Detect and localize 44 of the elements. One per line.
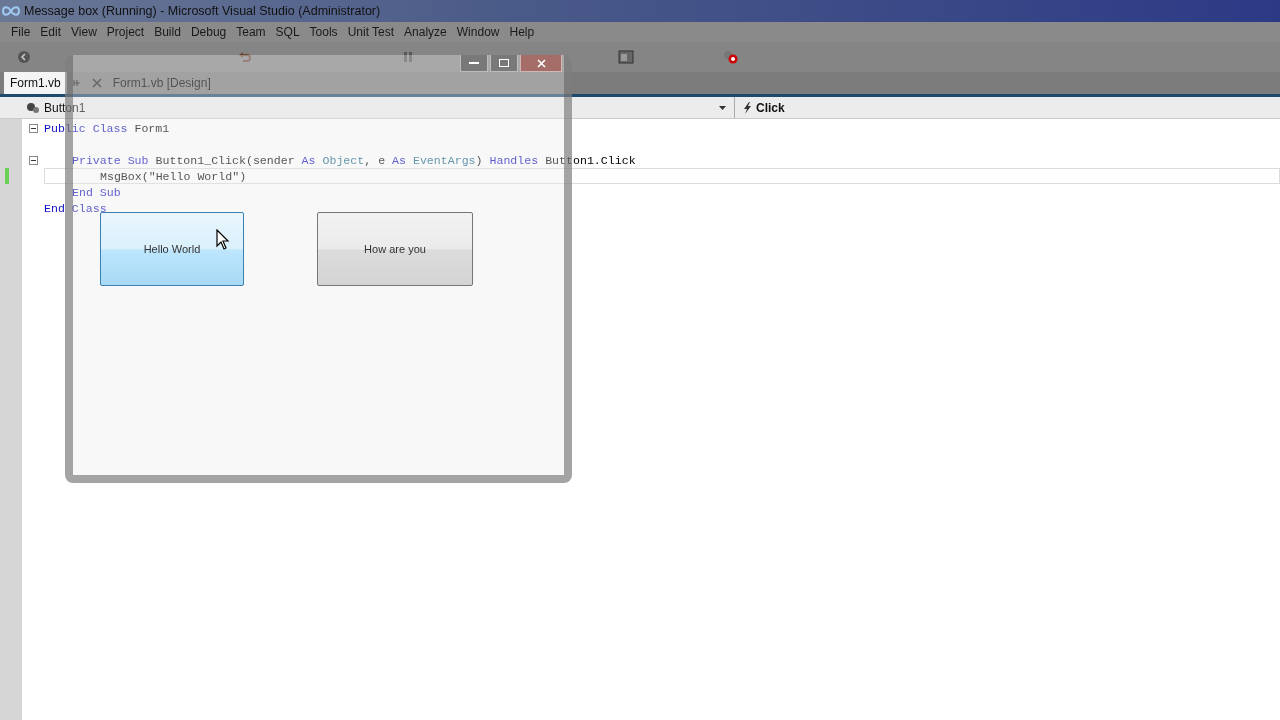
event-dropdown[interactable]: Click	[735, 97, 785, 118]
menu-item[interactable]: View	[66, 25, 102, 39]
code-line: End Sub	[72, 185, 121, 199]
form-button[interactable]: Hello World	[100, 212, 244, 286]
menu-item[interactable]: Debug	[185, 25, 232, 39]
menu-item[interactable]: Team	[231, 25, 271, 39]
window-icon[interactable]	[618, 50, 634, 64]
document-tab[interactable]: Form1.vb	[4, 72, 67, 94]
menu-item[interactable]: Window	[451, 25, 505, 39]
back-icon[interactable]	[17, 50, 31, 64]
close-button[interactable]	[520, 55, 562, 72]
document-tab[interactable]: Form1.vb [Design]	[106, 72, 217, 94]
code-line: Public Class Form1	[44, 121, 170, 135]
menu-item[interactable]: Analyze	[399, 25, 452, 39]
gear-icon	[26, 101, 40, 114]
menu-item[interactable]: Build	[149, 25, 186, 39]
infinity-icon	[2, 6, 20, 16]
code-line: End Class	[44, 201, 107, 215]
menu-item[interactable]: File	[6, 25, 36, 39]
code-line: Private Sub Button1_Click(sender As Object, e As EventArgs) Handles Button1.Click	[72, 153, 636, 167]
pause-icon[interactable]	[403, 51, 413, 63]
collapse-icon[interactable]	[28, 123, 38, 133]
undo-icon[interactable]	[238, 50, 252, 64]
maximize-button[interactable]	[490, 55, 518, 72]
collapse-icon[interactable]	[28, 155, 38, 165]
minimize-button[interactable]	[460, 55, 488, 72]
minimize-icon	[469, 62, 479, 64]
menu-item[interactable]: Edit	[35, 25, 67, 39]
pointer-icon	[216, 229, 230, 251]
form-button[interactable]: How are you	[317, 212, 473, 286]
menu-item[interactable]: Tools	[304, 25, 343, 39]
object-dropdown[interactable]: Button1	[26, 97, 735, 118]
menu-item[interactable]: Project	[101, 25, 150, 39]
menu-item[interactable]: Unit Test	[342, 25, 400, 39]
breakpoint-icon[interactable]	[722, 49, 740, 65]
code-line: MsgBox("Hello World")	[100, 169, 247, 183]
caret-icon	[719, 105, 726, 110]
menu-item[interactable]: Help	[504, 25, 540, 39]
lightning-icon	[743, 101, 752, 114]
window-title: Message box (Running) - Microsoft Visual Studio (Administrator)	[24, 4, 381, 18]
close-icon	[536, 58, 546, 68]
menu-item[interactable]: SQL	[270, 25, 305, 39]
close-icon[interactable]	[91, 78, 102, 88]
maximize-icon	[499, 59, 509, 67]
